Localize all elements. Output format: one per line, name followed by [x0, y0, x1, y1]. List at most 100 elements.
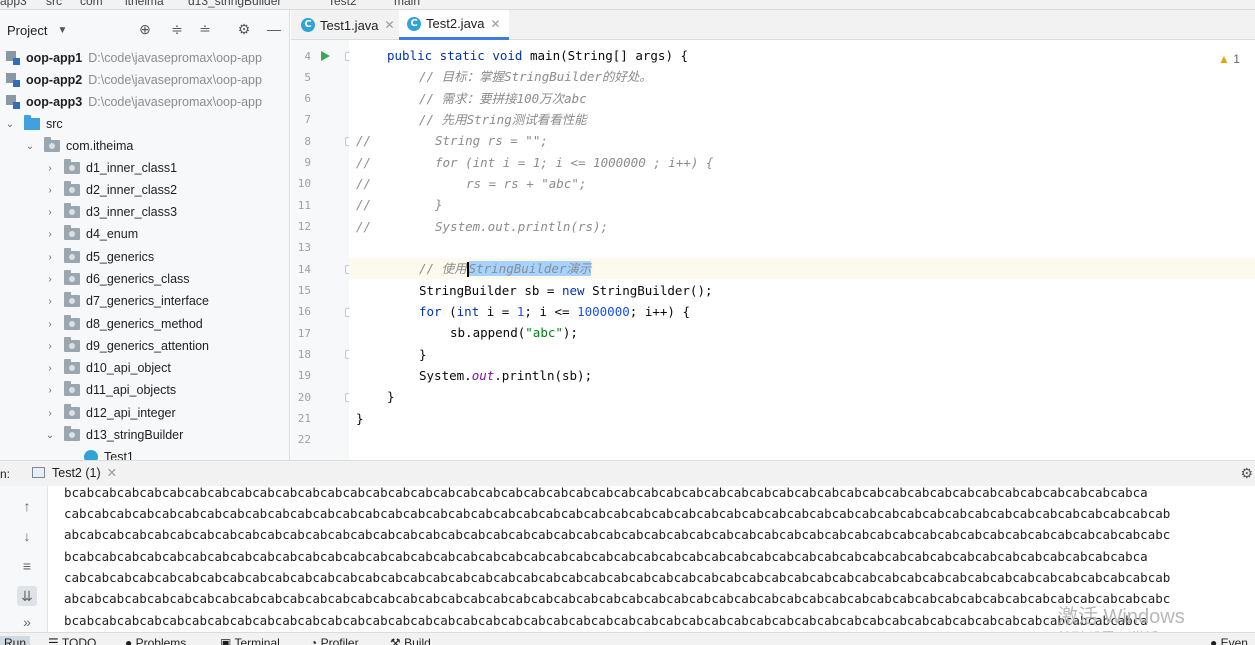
chevron-right-icon[interactable]: › [44, 408, 56, 419]
more-icon[interactable]: » [17, 612, 37, 632]
tree-item-package[interactable]: ⌄ d13_stringBuilder [44, 424, 183, 446]
chevron-right-icon[interactable]: › [44, 319, 56, 330]
chevron-down-icon[interactable]: ⌄ [44, 430, 56, 441]
chevron-right-icon[interactable]: › [44, 363, 56, 374]
breadcrumb-item[interactable]: main [394, 0, 420, 8]
line-number: 17 [297, 327, 311, 340]
chevron-right-icon[interactable]: › [44, 207, 56, 218]
tree-item-label: d10_api_object [86, 361, 171, 375]
breadcrumb-item[interactable]: src [46, 0, 62, 8]
chevron-right-icon[interactable]: › [44, 252, 56, 263]
tree-item-class[interactable]: Test1 [84, 446, 134, 460]
tree-item-oop-app2[interactable]: oop-app2 D:\code\javasepromax\oop-app [6, 69, 262, 91]
close-icon[interactable]: ✕ [491, 17, 501, 31]
tree-item-package[interactable]: › d6_generics_class [44, 268, 190, 290]
code-line-mark: // [356, 197, 372, 212]
line-number: 12 [297, 220, 311, 233]
tab-test1-java[interactable]: C Test1.java ✕ [293, 10, 403, 40]
close-icon[interactable]: ✕ [107, 465, 117, 480]
tree-item-package[interactable]: › d4_enum [44, 223, 138, 245]
chevron-right-icon[interactable]: › [44, 296, 56, 307]
arrow-up-icon[interactable]: ↑ [17, 496, 37, 516]
tree-item-src[interactable]: ⌄ src [4, 113, 63, 135]
chevron-down-icon[interactable]: ▼ [57, 25, 67, 36]
line-number: 6 [304, 92, 311, 105]
inspection-widget[interactable]: ▲ 1 [1218, 52, 1240, 66]
profiler-tool-button[interactable]: ◔ Profiler [310, 636, 359, 645]
package-icon [64, 159, 80, 174]
code-token: ); [562, 325, 578, 340]
chevron-right-icon[interactable]: › [44, 274, 56, 285]
terminal-tool-button[interactable]: ▣ Terminal [220, 636, 280, 645]
collapse-all-icon[interactable]: ≑ [168, 20, 186, 38]
code-editor[interactable]: public static void main(String[] args) {… [349, 40, 1255, 460]
tree-item-package[interactable]: › d7_generics_interface [44, 290, 209, 312]
tree-item-package[interactable]: › d3_inner_class3 [44, 201, 177, 223]
expand-all-icon[interactable]: ≐ [196, 20, 214, 38]
minimize-icon[interactable]: — [265, 20, 283, 38]
code-line: for (int i = 1; i <= 1000000 ; i++) { [435, 155, 714, 170]
console-line: bcabcabcabcabcabcabcabcabcabcabcabcabcab… [64, 486, 1148, 500]
package-icon [64, 337, 80, 352]
project-panel-title[interactable]: Project [7, 23, 47, 38]
chevron-right-icon[interactable]: › [44, 185, 56, 196]
breadcrumb-item[interactable]: d13_stringBuilder [188, 0, 281, 8]
breadcrumb-item[interactable]: itheima [125, 0, 164, 8]
java-class-icon: C [301, 18, 315, 32]
line-number: 11 [297, 199, 311, 212]
code-line: rs = rs + "abc"; [466, 176, 587, 191]
chevron-right-icon[interactable]: › [44, 229, 56, 240]
chevron-down-icon[interactable]: ⌄ [4, 119, 16, 130]
tree-item-com-itheima[interactable]: ⌄ com.itheima [24, 135, 133, 157]
console-output[interactable]: bcabcabcabcabcabcabcabcabcabcabcabcabcab… [48, 486, 1255, 632]
tree-item-oop-app3[interactable]: oop-app3 D:\code\javasepromax\oop-app [6, 91, 262, 113]
todo-tool-button[interactable]: ☰ TODO [48, 636, 96, 645]
console-line: cabcabcabcabcabcabcabcabcabcabcabcabcabc… [64, 506, 1171, 521]
tree-item-package[interactable]: › d5_generics [44, 246, 154, 268]
code-token: ; i++) { [629, 304, 690, 319]
package-icon [64, 381, 80, 396]
tree-item-package[interactable]: › d10_api_object [44, 357, 171, 379]
breadcrumb-item[interactable]: com [80, 0, 103, 8]
chevron-right-icon[interactable]: › [44, 163, 56, 174]
tree-item-package[interactable]: › d9_generics_attention [44, 335, 209, 357]
run-gutter-icon[interactable] [321, 51, 330, 61]
tab-test2-java[interactable]: C Test2.java ✕ [399, 10, 509, 40]
tree-item-label: oop-app2 [26, 73, 83, 87]
soft-wrap-icon[interactable]: ≡ [17, 556, 37, 576]
code-line: // 先用String测试看看性能 [419, 112, 587, 127]
problems-label: Problems [135, 636, 187, 645]
code-token: ( [441, 304, 457, 319]
arrow-down-icon[interactable]: ↓ [17, 526, 37, 546]
breadcrumb-item[interactable]: app3 [0, 0, 27, 8]
tree-item-package[interactable]: › d12_api_integer [44, 402, 176, 424]
chevron-down-icon[interactable]: ⌄ [24, 141, 36, 152]
console-line: abcabcabcabcabcabcabcabcabcabcabcabcabca… [64, 591, 1171, 606]
line-number: 19 [297, 369, 311, 382]
close-icon[interactable]: ✕ [385, 18, 395, 32]
gear-icon[interactable]: ⚙ [235, 20, 253, 38]
code-token: new [562, 283, 585, 298]
java-class-icon [84, 450, 98, 460]
tree-item-label: d13_stringBuilder [86, 428, 184, 442]
line-number: 14 [297, 263, 311, 276]
breadcrumb-item[interactable]: Test2 [328, 0, 357, 8]
tree-item-package[interactable]: › d1_inner_class1 [44, 157, 177, 179]
tree-item-package[interactable]: › d2_inner_class2 [44, 179, 177, 201]
run-tool-button[interactable]: Run [0, 636, 31, 645]
gear-icon[interactable]: ⚙ [1240, 465, 1253, 482]
build-tool-button[interactable]: ⚒ Build [390, 636, 431, 645]
chevron-right-icon[interactable]: › [44, 385, 56, 396]
package-icon [64, 225, 80, 240]
event-log-button[interactable]: ● Even [1210, 636, 1248, 645]
crosshair-icon[interactable]: ⊕ [136, 20, 154, 38]
scroll-to-end-icon[interactable]: ⇊ [17, 586, 37, 606]
tree-item-oop-app1[interactable]: oop-app1 D:\code\javasepromax\oop-app [6, 47, 262, 69]
tree-item-package[interactable]: › d11_api_objects [44, 379, 176, 401]
breadcrumb: app3 src com itheima d13_stringBuilder T… [0, 0, 1255, 10]
profiler-icon: ◔ [310, 636, 321, 645]
tree-item-package[interactable]: › d8_generics_method [44, 313, 203, 335]
problems-tool-button[interactable]: ● Problems [125, 636, 186, 645]
chevron-right-icon[interactable]: › [44, 341, 56, 352]
run-tab-test2[interactable]: Test2 (1) ✕ [32, 465, 117, 480]
